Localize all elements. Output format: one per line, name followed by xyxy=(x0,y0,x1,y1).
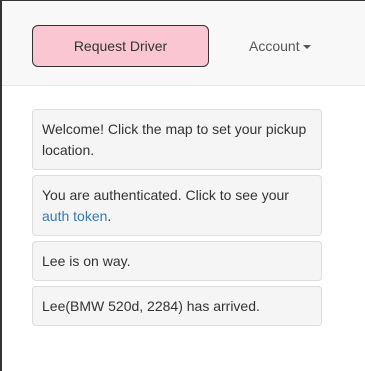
message-text-end: . xyxy=(107,208,112,224)
message-driver-on-way: Lee is on way. xyxy=(32,241,322,281)
message-list: Welcome! Click the map to set your picku… xyxy=(32,109,322,331)
message-welcome: Welcome! Click the map to set your picku… xyxy=(32,109,322,170)
message-text: Lee is on way. xyxy=(42,253,131,269)
message-text: Lee(BMW 520d, 2284) has arrived. xyxy=(42,298,260,314)
message-text: Welcome! Click the map to set your picku… xyxy=(42,121,307,158)
message-driver-arrived: Lee(BMW 520d, 2284) has arrived. xyxy=(32,286,322,326)
message-text: You are authenticated. Click to see your xyxy=(42,187,289,203)
request-driver-button[interactable]: Request Driver xyxy=(32,25,209,67)
navbar: Request Driver Account xyxy=(2,1,365,86)
account-dropdown[interactable]: Account xyxy=(249,25,311,67)
caret-down-icon xyxy=(302,45,311,50)
auth-token-link[interactable]: auth token xyxy=(42,208,107,224)
app-frame: Request Driver Account Welcome! Click th… xyxy=(0,0,365,371)
account-label: Account xyxy=(249,38,300,54)
message-authenticated: You are authenticated. Click to see your… xyxy=(32,175,322,236)
